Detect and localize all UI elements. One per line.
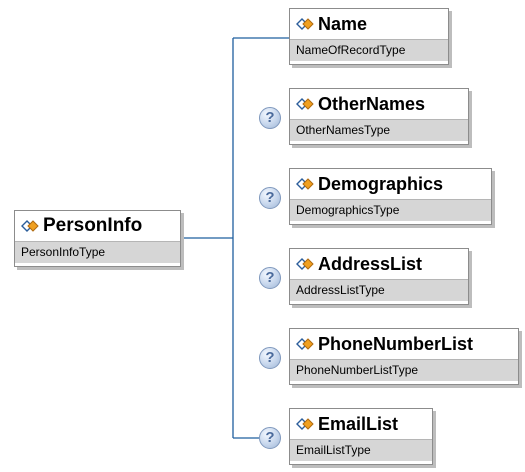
optional-marker-icon: ? [259,347,281,369]
element-box-addresslist[interactable]: AddressList AddressListType [289,248,469,305]
element-box-phonenumberlist[interactable]: PhoneNumberList PhoneNumberListType [289,328,519,385]
element-type: DemographicsType [290,199,491,221]
optional-marker-icon: ? [259,187,281,209]
element-icon [296,98,314,110]
element-type: PhoneNumberListType [290,359,518,381]
element-header: Name [290,9,448,39]
element-name: Demographics [318,173,444,194]
element-header: AddressList [290,249,468,279]
element-type: NameOfRecordType [290,39,448,61]
root-element-name: PersonInfo [43,215,143,236]
element-icon [296,258,314,270]
element-icon [296,178,314,190]
root-element-header: PersonInfo [15,211,180,241]
element-name: Name [318,13,368,34]
element-box-emaillist[interactable]: EmailList EmailListType [289,408,433,465]
element-name: PhoneNumberList [318,333,474,354]
element-icon [296,338,314,350]
root-element-type: PersonInfoType [15,241,180,263]
optional-marker-icon: ? [259,267,281,289]
element-name: OtherNames [318,93,426,114]
element-name: EmailList [318,413,399,434]
element-box-demographics[interactable]: Demographics DemographicsType [289,168,492,225]
element-icon [296,18,314,30]
element-box-name[interactable]: Name NameOfRecordType [289,8,449,65]
element-header: OtherNames [290,89,468,119]
element-icon [21,220,39,232]
element-name: AddressList [318,253,423,274]
optional-marker-icon: ? [259,427,281,449]
element-header: PhoneNumberList [290,329,518,359]
element-type: AddressListType [290,279,468,301]
root-element-box[interactable]: PersonInfo PersonInfoType [14,210,181,267]
element-icon [296,418,314,430]
element-type: EmailListType [290,439,432,461]
element-type: OtherNamesType [290,119,468,141]
element-header: EmailList [290,409,432,439]
optional-marker-icon: ? [259,107,281,129]
element-box-othernames[interactable]: OtherNames OtherNamesType [289,88,469,145]
element-header: Demographics [290,169,491,199]
